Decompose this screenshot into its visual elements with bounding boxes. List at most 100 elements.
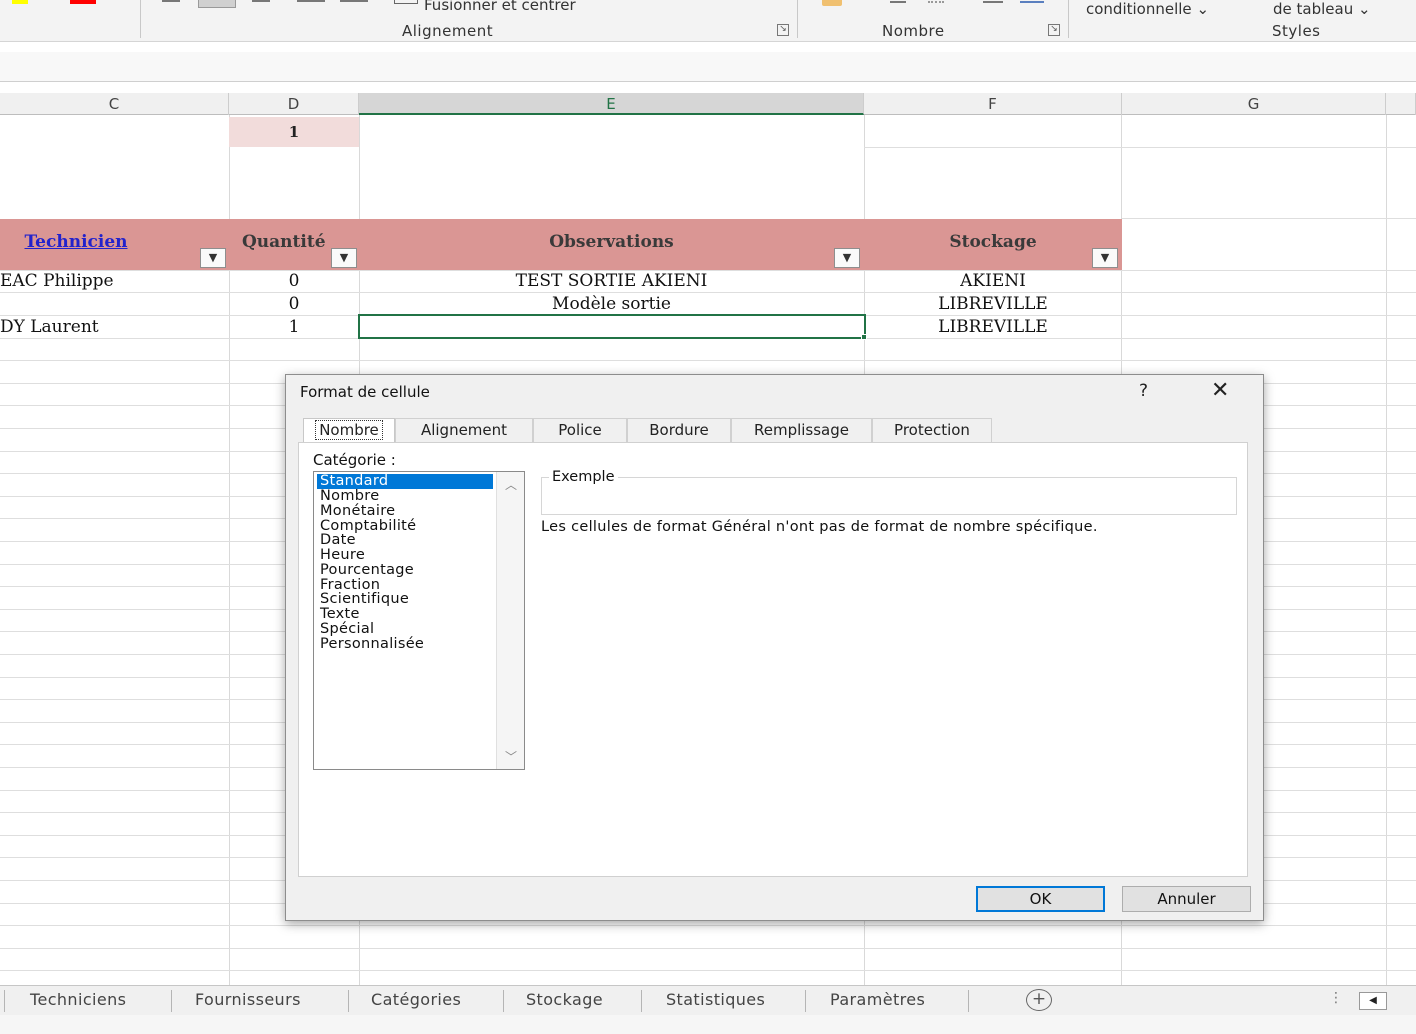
- font-color-swatch[interactable]: [70, 0, 96, 4]
- column-header-e[interactable]: E: [359, 93, 864, 115]
- cell-stockage[interactable]: AKIENI: [864, 271, 1122, 291]
- indent-decrease-icon[interactable]: [297, 0, 325, 2]
- cell-quantite[interactable]: 0: [229, 271, 359, 291]
- cell-technicien[interactable]: EAC Philippe: [0, 271, 114, 291]
- category-list[interactable]: Standard Nombre Monétaire Comptabilité D…: [313, 471, 525, 770]
- cell-observations[interactable]: TEST SORTIE AKIENI: [359, 271, 864, 291]
- table-format-button[interactable]: de tableau ⌄: [1273, 0, 1371, 18]
- scroll-down-icon[interactable]: ﹀: [505, 748, 517, 765]
- grid-line: [0, 292, 1416, 293]
- example-box: [541, 477, 1237, 515]
- sheet-tab-parametres[interactable]: Paramètres: [830, 990, 925, 1009]
- decrease-decimal-icon[interactable]: [1020, 0, 1044, 3]
- percent-icon[interactable]: [890, 0, 906, 3]
- column-header-g[interactable]: G: [1122, 93, 1386, 115]
- sheet-tab-stockage[interactable]: Stockage: [526, 990, 603, 1009]
- ribbon-separator: [1068, 0, 1069, 38]
- category-item-texte[interactable]: Texte: [317, 607, 493, 622]
- ok-button[interactable]: OK: [976, 886, 1105, 912]
- thousands-icon[interactable]: [928, 0, 944, 3]
- filter-dropdown-icon[interactable]: ▼: [1092, 248, 1118, 268]
- sheet-tab-categories[interactable]: Catégories: [371, 990, 461, 1009]
- align-left-icon[interactable]: [162, 0, 180, 2]
- grid-line: [0, 360, 1416, 361]
- tab-separator: [348, 990, 349, 1012]
- cell-observations[interactable]: Modèle sortie: [359, 294, 864, 314]
- format-cells-dialog: Format de cellule ? ✕ Nombre Alignement …: [285, 374, 1264, 921]
- column-header-f[interactable]: F: [864, 93, 1122, 115]
- tab-remplissage[interactable]: Remplissage: [731, 418, 872, 442]
- scroll-left-icon[interactable]: ◀: [1359, 992, 1387, 1010]
- column-header-d[interactable]: D: [229, 93, 359, 115]
- tab-bordure[interactable]: Bordure: [627, 418, 731, 442]
- sheet-tab-techniciens[interactable]: Techniciens: [30, 990, 126, 1009]
- sheet-tab-fournisseurs[interactable]: Fournisseurs: [195, 990, 301, 1009]
- cancel-button[interactable]: Annuler: [1122, 886, 1251, 912]
- cell-stockage[interactable]: LIBREVILLE: [864, 317, 1122, 337]
- active-cell-e[interactable]: [358, 314, 866, 339]
- help-icon[interactable]: ?: [1139, 381, 1148, 401]
- sheet-tab-statistiques[interactable]: Statistiques: [666, 990, 765, 1009]
- example-label: Exemple: [549, 469, 618, 485]
- cell-stockage[interactable]: LIBREVILLE: [864, 294, 1122, 314]
- filter-dropdown-icon[interactable]: ▼: [331, 248, 357, 268]
- table-format-label: de tableau: [1273, 0, 1354, 18]
- more-options-icon[interactable]: ⋮: [1329, 990, 1343, 1006]
- header-technicien[interactable]: Technicien: [15, 232, 137, 252]
- fill-handle[interactable]: [861, 334, 867, 340]
- column-headers: C D E F G: [0, 93, 1416, 115]
- column-header-h[interactable]: [1386, 93, 1416, 115]
- tab-alignement[interactable]: Alignement: [395, 418, 533, 442]
- add-sheet-icon[interactable]: +: [1026, 989, 1052, 1011]
- header-observations[interactable]: Observations: [359, 232, 864, 252]
- conditional-format-button[interactable]: conditionnelle ⌄: [1086, 0, 1209, 18]
- filter-dropdown-icon[interactable]: ▼: [834, 248, 860, 268]
- tab-panel-nombre: Catégorie : Standard Nombre Monétaire Co…: [298, 442, 1248, 877]
- category-item-date[interactable]: Date: [317, 533, 493, 548]
- category-item-personnalisee[interactable]: Personnalisée: [317, 637, 493, 652]
- currency-icon[interactable]: [822, 0, 842, 6]
- align-center-icon[interactable]: [198, 0, 236, 8]
- category-item-pourcentage[interactable]: Pourcentage: [317, 563, 493, 578]
- cell-quantite[interactable]: 0: [229, 294, 359, 314]
- cell-d1[interactable]: 1: [229, 117, 359, 147]
- number-launcher-icon[interactable]: ↘: [1048, 24, 1060, 36]
- category-item-scientifique[interactable]: Scientifique: [317, 592, 493, 607]
- tab-separator: [641, 990, 642, 1012]
- ribbon-separator: [140, 0, 141, 38]
- merge-center-icon[interactable]: [394, 0, 418, 4]
- column-header-c[interactable]: C: [0, 93, 229, 115]
- formula-bar[interactable]: [0, 52, 1416, 82]
- grid-line: [1122, 218, 1416, 219]
- cell-quantite[interactable]: 1: [229, 317, 359, 337]
- category-scrollbar[interactable]: ︿ ﹀: [496, 472, 524, 769]
- category-item-heure[interactable]: Heure: [317, 548, 493, 563]
- dialog-title: Format de cellule: [300, 383, 430, 401]
- tab-separator: [4, 990, 5, 1012]
- group-label-nombre: Nombre: [882, 22, 945, 40]
- close-icon[interactable]: ✕: [1211, 378, 1229, 404]
- tab-nombre[interactable]: Nombre: [303, 418, 395, 443]
- indent-increase-icon[interactable]: [340, 0, 368, 2]
- category-item-special[interactable]: Spécial: [317, 622, 493, 637]
- grid-line: [0, 970, 1416, 971]
- group-label-styles: Styles: [1272, 22, 1321, 40]
- increase-decimal-icon[interactable]: [983, 0, 1003, 3]
- grid-line: [864, 147, 1416, 148]
- category-item-monetaire[interactable]: Monétaire: [317, 504, 493, 519]
- chevron-down-icon: ⌄: [1196, 0, 1210, 18]
- header-stockage[interactable]: Stockage: [864, 232, 1122, 252]
- tab-separator: [805, 990, 806, 1012]
- fill-color-swatch[interactable]: [12, 0, 28, 4]
- filter-dropdown-icon[interactable]: ▼: [200, 248, 226, 268]
- cell-technicien[interactable]: DY Laurent: [0, 317, 99, 337]
- alignment-launcher-icon[interactable]: ↘: [777, 24, 789, 36]
- tab-protection[interactable]: Protection: [872, 418, 992, 442]
- status-bar: [0, 1015, 1416, 1034]
- scroll-up-icon[interactable]: ︿: [505, 476, 517, 493]
- tab-police[interactable]: Police: [533, 418, 627, 442]
- merge-center-button[interactable]: Fusionner et centrer: [424, 0, 576, 14]
- category-item-standard[interactable]: Standard: [317, 474, 493, 489]
- category-item-nombre[interactable]: Nombre: [317, 489, 493, 504]
- align-right-icon[interactable]: [252, 0, 270, 2]
